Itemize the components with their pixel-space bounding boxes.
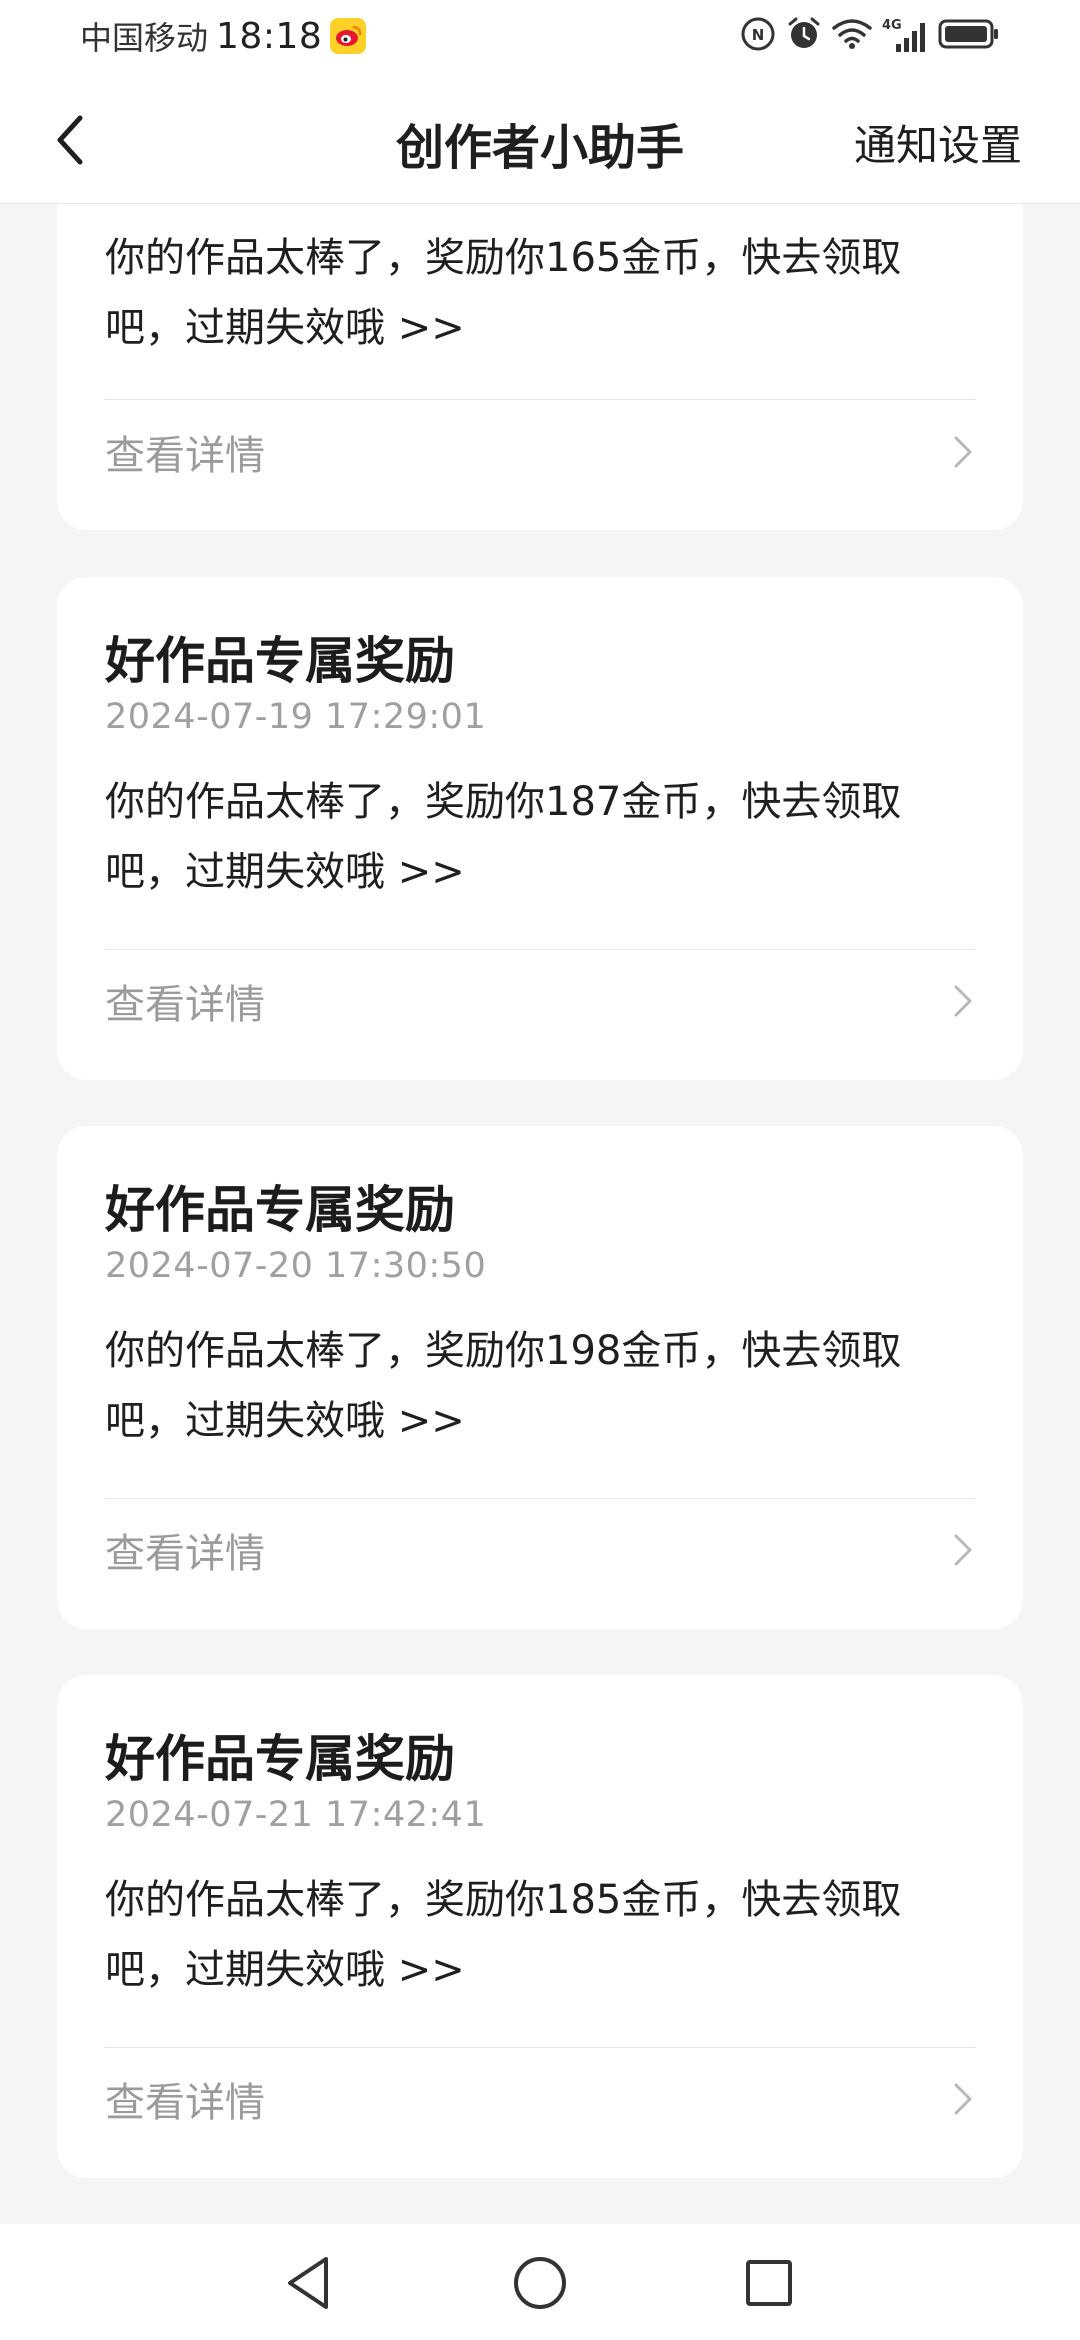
view-details-label: 查看详情: [105, 433, 265, 479]
message-card: 你的作品太棒了，奖励你165金币，快去领取吧，过期失效哦 >> 查看详情: [57, 204, 1023, 530]
view-details-row[interactable]: 查看详情: [105, 1510, 975, 1590]
message-body: 你的作品太棒了，奖励你165金币，快去领取吧，过期失效哦 >>: [105, 235, 902, 351]
system-navigation-bar: [0, 2224, 1080, 2340]
message-title: 好作品专属奖励: [105, 1730, 455, 1788]
chevron-right-icon: [954, 2083, 972, 2115]
view-details-row[interactable]: 查看详情: [105, 961, 975, 1041]
view-details-row[interactable]: 查看详情: [105, 2059, 975, 2139]
message-body: 你的作品太棒了，奖励你185金币，快去领取吧，过期失效哦 >>: [105, 1877, 902, 1993]
chevron-right-icon: [954, 985, 972, 1017]
message-list[interactable]: 你的作品太棒了，奖励你165金币，快去领取吧，过期失效哦 >> 查看详情 好作品…: [0, 204, 1080, 2224]
message-timestamp: 2024-07-19 17:29:01: [105, 697, 487, 737]
message-card: 好作品专属奖励 2024-07-20 17:30:50 你的作品太棒了，奖励你1…: [57, 1126, 1023, 1629]
circle-home-icon: [514, 2257, 566, 2309]
card-divider: [105, 399, 975, 400]
chevron-left-icon: [57, 115, 83, 165]
message-timestamp: 2024-07-21 17:42:41: [105, 1795, 487, 1835]
status-right: N 4G: [740, 14, 1000, 58]
top-app-bar: 创作者小助手 通知设置: [0, 80, 1080, 204]
carrier-name: 中国移动: [80, 19, 209, 57]
battery-icon: [938, 18, 1000, 54]
message-title: 好作品专属奖励: [105, 632, 455, 690]
view-details-label: 查看详情: [105, 2080, 265, 2126]
notification-settings-button[interactable]: 通知设置: [854, 112, 1022, 173]
nav-recents-button[interactable]: [734, 2248, 804, 2318]
square-recents-icon: [746, 2260, 792, 2306]
message-card: 好作品专属奖励 2024-07-21 17:42:41 你的作品太棒了，奖励你1…: [57, 1675, 1023, 2178]
chevron-right-icon: [954, 436, 972, 468]
nfc-icon: N: [740, 16, 776, 56]
back-button[interactable]: [40, 110, 100, 170]
nav-home-button[interactable]: [505, 2248, 575, 2318]
message-body: 你的作品太棒了，奖励你198金币，快去领取吧，过期失效哦 >>: [105, 1328, 902, 1444]
chevron-right-icon: [954, 1534, 972, 1566]
view-details-label: 查看详情: [105, 982, 265, 1028]
status-left: 中国移动 18:18: [80, 14, 367, 58]
alarm-icon: [786, 16, 822, 56]
card-divider: [105, 1498, 975, 1499]
nav-back-button[interactable]: [273, 2248, 343, 2318]
message-timestamp: 2024-07-20 17:30:50: [105, 1246, 487, 1286]
status-bar: 中国移动 18:18 N 4G: [0, 0, 1080, 80]
message-title: 好作品专属奖励: [105, 1181, 455, 1239]
view-details-row[interactable]: 查看详情: [105, 412, 975, 492]
weibo-notification-icon: [330, 18, 367, 54]
card-divider: [105, 2047, 975, 2048]
status-time: 18:18: [216, 15, 323, 57]
message-card: 好作品专属奖励 2024-07-19 17:29:01 你的作品太棒了，奖励你1…: [57, 577, 1023, 1080]
triangle-back-icon: [288, 2257, 328, 2309]
cellular-signal-icon: 4G: [882, 18, 928, 54]
message-body: 你的作品太棒了，奖励你187金币，快去领取吧，过期失效哦 >>: [105, 779, 902, 895]
svg-text:N: N: [752, 26, 765, 44]
card-divider: [105, 949, 975, 950]
wifi-icon: [832, 18, 872, 54]
view-details-label: 查看详情: [105, 1531, 265, 1577]
